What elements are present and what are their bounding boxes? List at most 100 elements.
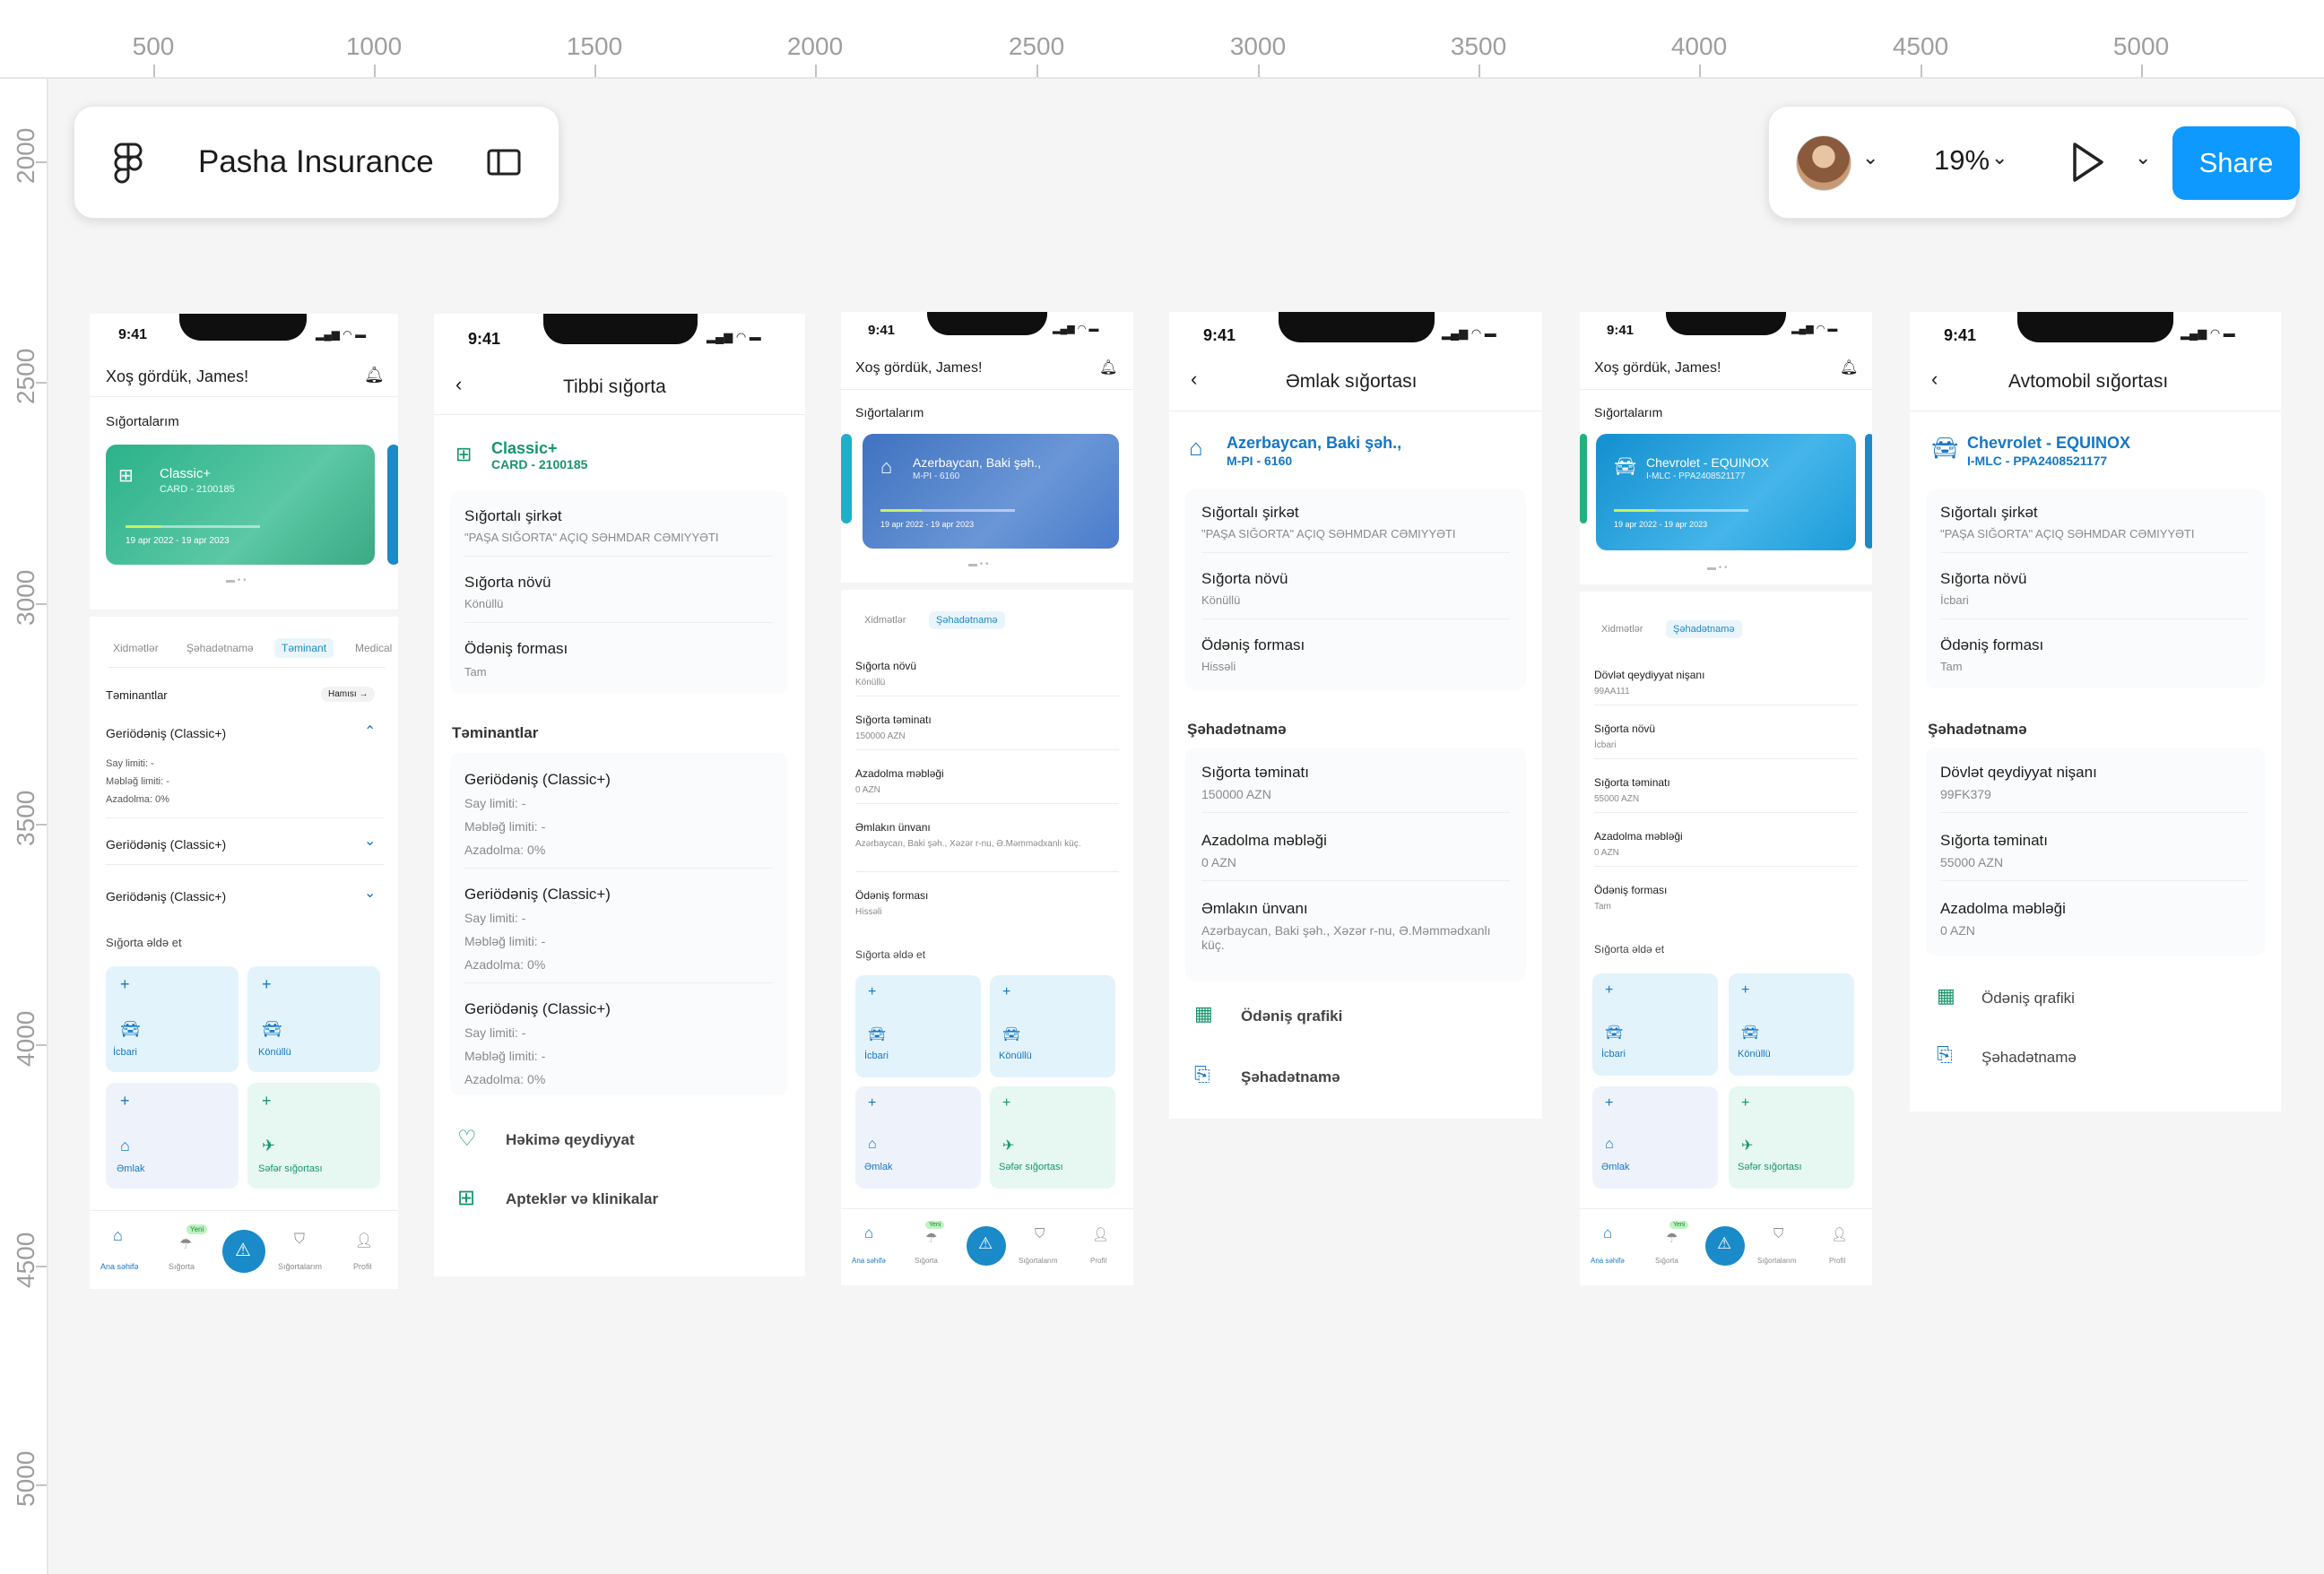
certificate-title: Şəhadətnamə xyxy=(1187,721,1287,738)
doctor-appointment-link[interactable]: Həkimə qeydiyyat xyxy=(506,1131,635,1149)
insurance-card[interactable]: ⌂ Azerbaycan, Baki şəh., M-PI - 6160 19 … xyxy=(863,434,1119,549)
bell-icon[interactable]: 🔔︎ xyxy=(364,366,385,385)
back-icon[interactable]: ‹ xyxy=(455,373,462,396)
tab-services[interactable]: Xidmətlər xyxy=(864,615,906,626)
toolbar-right: ⌄ 19% ⌄ ⌄ Share xyxy=(1768,106,2300,219)
tile-property[interactable]: + ⌂ Əmlak xyxy=(106,1083,238,1189)
figma-logo-icon[interactable] xyxy=(114,143,143,184)
tab-certificate[interactable]: Şəhadətnamə xyxy=(1666,620,1742,638)
prev-card[interactable] xyxy=(1580,434,1587,523)
tile-travel[interactable]: + ✈︎ Səfər sığortası xyxy=(247,1083,380,1189)
nav-profile[interactable]: Profil xyxy=(1090,1257,1106,1265)
bell-icon[interactable]: 🔔︎ xyxy=(1099,359,1117,376)
emergency-button[interactable]: ⚠︎ xyxy=(222,1230,265,1273)
shield-icon[interactable]: ⛉ xyxy=(294,1232,305,1248)
certificate-link[interactable]: Şəhadətnamə xyxy=(1981,1049,2077,1067)
nav-home[interactable]: Ana səhifə xyxy=(100,1262,139,1271)
calendar-icon[interactable]: ▦ xyxy=(1194,1002,1213,1025)
chevron-down-icon[interactable]: ⌄ xyxy=(1862,146,1878,169)
car-icon: 🚘︎ xyxy=(1931,437,1959,461)
nav-profile[interactable]: Profil xyxy=(1829,1257,1845,1265)
tile-mandatory[interactable]: + 🚘︎ İcbari xyxy=(106,966,238,1072)
nav-home[interactable]: Ana səhifə xyxy=(1591,1257,1625,1265)
chevron-down-icon[interactable]: ⌄ xyxy=(1991,146,2007,169)
nav-my-insurances[interactable]: Sığortalarım xyxy=(278,1262,322,1271)
user-icon[interactable]: 👤︎ xyxy=(355,1232,373,1250)
new-badge: Yeni xyxy=(186,1224,208,1234)
home-icon[interactable]: ⌂ xyxy=(1603,1224,1612,1242)
tile-mandatory[interactable]: + 🚘︎ İcbari xyxy=(855,975,981,1077)
tile-travel[interactable]: + ✈︎ Səfər sığortası xyxy=(990,1086,1115,1189)
tab-certificate[interactable]: Şəhadətnamə xyxy=(929,611,1005,629)
next-card[interactable] xyxy=(1865,434,1872,549)
calendar-icon[interactable]: ▦ xyxy=(1937,984,1955,1008)
chevron-up-icon[interactable]: ⌃ xyxy=(364,722,376,740)
emergency-button[interactable]: ⚠︎ xyxy=(967,1226,1006,1266)
shield-icon[interactable]: ⛉ xyxy=(1773,1226,1783,1241)
nav-home[interactable]: Ana səhifə xyxy=(852,1257,886,1265)
policy-name: Classic+ xyxy=(491,439,558,457)
tab-services[interactable]: Xidmətlər xyxy=(1601,624,1643,635)
home-icon[interactable]: ⌂ xyxy=(864,1224,873,1242)
user-avatar[interactable] xyxy=(1796,135,1851,191)
left-ruler: 2000 2500 3000 3500 4000 4500 5000 xyxy=(0,79,48,1574)
nav-insurance[interactable]: Sığorta xyxy=(915,1257,938,1265)
tab-services[interactable]: Xidmətlər xyxy=(113,642,159,654)
document-icon[interactable]: ⎘ xyxy=(1937,1043,1953,1067)
umbrella-icon[interactable]: ☂︎ xyxy=(179,1235,192,1253)
zoom-level[interactable]: 19% xyxy=(1934,144,1990,177)
insurance-card[interactable]: ⊞ Classic+ CARD - 2100185 19 apr 2022 - … xyxy=(106,445,375,565)
file-title[interactable]: Pasha Insurance xyxy=(198,144,434,180)
payment-schedule-link[interactable]: Ödəniş qrafiki xyxy=(1241,1008,1342,1025)
page-title: Avtomobil sığortası xyxy=(2008,371,2169,392)
coverage-item[interactable]: Geriödəniş (Classic+) xyxy=(106,837,226,852)
next-card[interactable] xyxy=(387,445,398,565)
pharmacies-link[interactable]: Apteklər və klinikalar xyxy=(506,1190,658,1208)
umbrella-icon[interactable]: ☂︎ xyxy=(925,1230,937,1246)
tile-mandatory[interactable]: + 🚘︎ İcbari xyxy=(1592,973,1718,1076)
all-button[interactable]: Hamısı → xyxy=(321,687,376,702)
user-icon[interactable]: 👤︎ xyxy=(1831,1226,1848,1242)
tile-property[interactable]: + ⌂ Əmlak xyxy=(855,1086,981,1189)
chevron-down-icon[interactable]: ⌄ xyxy=(2135,146,2151,169)
tab-certificate[interactable]: Şəhadətnamə xyxy=(186,642,254,654)
coverage-item[interactable]: Geriödəniş (Classic+) xyxy=(106,889,226,904)
payment-schedule-link[interactable]: Ödəniş qrafiki xyxy=(1981,990,2075,1008)
share-button[interactable]: Share xyxy=(2172,126,2300,200)
chevron-down-icon[interactable]: ⌄ xyxy=(364,884,376,902)
shield-icon[interactable]: ⛉ xyxy=(1035,1226,1045,1241)
umbrella-icon[interactable]: ☂︎ xyxy=(1666,1230,1678,1246)
emergency-button[interactable]: ⚠︎ xyxy=(1705,1226,1745,1266)
tile-voluntary[interactable]: + 🚘︎ Könüllü xyxy=(990,975,1115,1077)
coverage-item[interactable]: Geriödəniş (Classic+) xyxy=(106,726,226,740)
back-icon[interactable]: ‹ xyxy=(1191,368,1197,391)
certificate-link[interactable]: Şəhadətnamə xyxy=(1241,1068,1340,1086)
bell-icon[interactable]: 🔔︎ xyxy=(1840,359,1858,376)
nav-insurance[interactable]: Sığorta xyxy=(1655,1257,1678,1265)
status-icons: ▂▄▆ ◠ ▬ xyxy=(2181,326,2235,340)
section-title: Təminantlar xyxy=(106,688,168,702)
home-icon[interactable]: ⌂ xyxy=(113,1226,123,1245)
play-icon[interactable] xyxy=(2070,141,2106,184)
pharmacy-icon[interactable]: ⊞ xyxy=(457,1185,475,1211)
nav-insurance[interactable]: Sığorta xyxy=(169,1262,195,1271)
tab-medical[interactable]: Medical xyxy=(355,642,392,654)
tab-coverage[interactable]: Təminant xyxy=(274,638,334,658)
sidebar-toggle-icon[interactable] xyxy=(487,148,521,177)
tile-property[interactable]: + ⌂ Əmlak xyxy=(1592,1086,1718,1189)
insurance-card[interactable]: 🚘︎ Chevrolet - EQUINOX I-MLC - PPA240852… xyxy=(1596,434,1856,550)
back-icon[interactable]: ‹ xyxy=(1931,368,1938,391)
tile-voluntary[interactable]: + 🚘︎ Könüllü xyxy=(1729,973,1854,1076)
house-icon: ⌂ xyxy=(1189,434,1203,461)
tile-voluntary[interactable]: + 🚘︎ Könüllü xyxy=(247,966,380,1072)
prev-card[interactable] xyxy=(841,434,852,523)
tile-travel[interactable]: + ✈︎ Səfər sığortası xyxy=(1729,1086,1854,1189)
document-icon[interactable]: ⎘ xyxy=(1194,1063,1210,1086)
heart-icon[interactable]: ♡ xyxy=(457,1126,477,1152)
nav-my-insurances[interactable]: Sığortalarım xyxy=(1757,1257,1797,1265)
chevron-down-icon[interactable]: ⌄ xyxy=(364,832,376,850)
car-icon: 🚘︎ xyxy=(120,1020,141,1038)
nav-my-insurances[interactable]: Sığortalarım xyxy=(1019,1257,1058,1265)
nav-profile[interactable]: Profil xyxy=(353,1262,372,1271)
user-icon[interactable]: 👤︎ xyxy=(1092,1226,1109,1242)
